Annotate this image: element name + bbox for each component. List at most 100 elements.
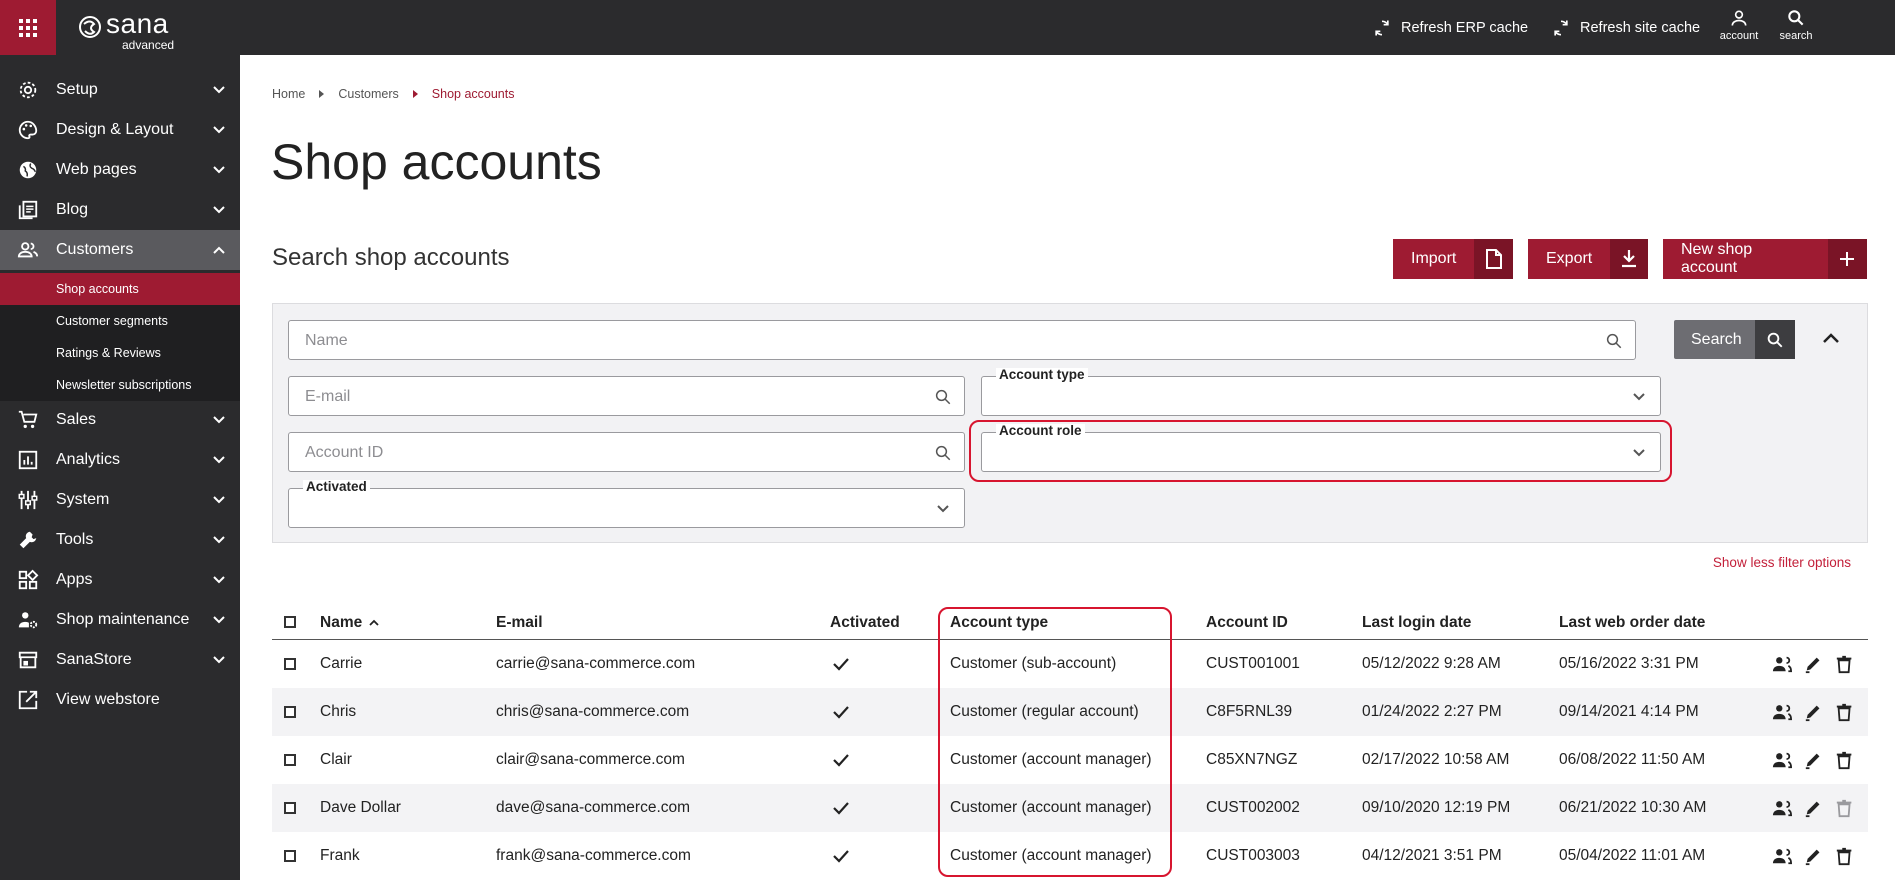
account-id-search-input[interactable]: Account ID <box>288 432 965 472</box>
sidebar-item-label: Apps <box>56 571 93 588</box>
export-button[interactable]: Export <box>1528 239 1648 279</box>
edit-pencil-icon[interactable] <box>1804 798 1824 818</box>
import-button[interactable]: Import <box>1393 239 1513 279</box>
cell-name: Carrie <box>320 655 363 672</box>
breadcrumb-customers[interactable]: Customers <box>338 87 398 101</box>
impersonate-user-icon[interactable] <box>1772 750 1792 770</box>
edit-pencil-icon[interactable] <box>1804 846 1824 866</box>
external-link-icon <box>17 689 39 711</box>
sidebar-item-sanastore[interactable]: SanaStore <box>0 640 240 680</box>
email-search-input[interactable]: E-mail <box>288 376 965 416</box>
sidebar-subitem-newsletter-subscriptions[interactable]: Newsletter subscriptions <box>0 369 240 401</box>
global-search-button[interactable]: search <box>1771 8 1821 42</box>
impersonate-user-icon[interactable] <box>1772 702 1792 722</box>
row-checkbox[interactable] <box>284 754 296 766</box>
show-less-filter-options-link[interactable]: Show less filter options <box>1713 555 1851 570</box>
sidebar-item-label: Design & Layout <box>56 121 174 138</box>
sidebar-item-analytics[interactable]: Analytics <box>0 440 240 480</box>
select-all-checkbox[interactable] <box>284 616 296 628</box>
download-icon <box>1610 239 1648 279</box>
sidebar-item-label: Tools <box>56 531 94 548</box>
delete-trash-icon[interactable] <box>1835 798 1855 818</box>
sidebar-item-web-pages[interactable]: Web pages <box>0 150 240 190</box>
new-shop-account-button[interactable]: New shop account <box>1663 239 1867 279</box>
account-type-select[interactable]: Account type <box>981 368 1661 416</box>
row-checkbox[interactable] <box>284 658 296 670</box>
cell-last-login: 09/10/2020 12:19 PM <box>1362 799 1511 816</box>
impersonate-user-icon[interactable] <box>1772 846 1792 866</box>
chevron-down-icon <box>213 86 225 94</box>
refresh-site-label: Refresh site cache <box>1580 19 1701 36</box>
edit-pencil-icon[interactable] <box>1804 702 1824 722</box>
search-button-label: Search <box>1691 330 1742 348</box>
column-header-activated[interactable]: Activated <box>830 614 900 632</box>
store-icon <box>17 649 39 671</box>
chevron-down-icon <box>213 206 225 214</box>
delete-trash-icon[interactable] <box>1835 654 1855 674</box>
sidebar-item-label: Analytics <box>56 451 121 468</box>
delete-trash-icon[interactable] <box>1835 750 1855 770</box>
row-checkbox[interactable] <box>284 706 296 718</box>
cell-account-id: CUST002002 <box>1206 799 1300 816</box>
name-search-input[interactable]: Name <box>288 320 1636 360</box>
activated-select[interactable]: Activated <box>288 480 965 528</box>
breadcrumb-home[interactable]: Home <box>272 87 305 101</box>
sidebar-item-design-layout[interactable]: Design & Layout <box>0 110 240 150</box>
app-grid-button[interactable] <box>0 0 56 55</box>
sana-logo-icon <box>79 16 101 38</box>
account-type-column-highlight <box>938 607 1172 877</box>
column-header-last-login[interactable]: Last login date <box>1362 614 1471 632</box>
edit-pencil-icon[interactable] <box>1804 654 1824 674</box>
grid-icon <box>19 18 37 37</box>
sidebar-item-blog[interactable]: Blog <box>0 190 240 230</box>
refresh-erp-label: Refresh ERP cache <box>1401 19 1529 36</box>
row-checkbox[interactable] <box>284 802 296 814</box>
sidebar-subitem-customer-segments[interactable]: Customer segments <box>0 305 240 337</box>
chevron-down-icon <box>213 126 225 134</box>
import-label: Import <box>1411 250 1457 267</box>
sidebar-subitem-ratings-reviews[interactable]: Ratings & Reviews <box>0 337 240 369</box>
activated-check-icon <box>833 706 849 719</box>
sidebar-item-view-webstore[interactable]: View webstore <box>0 680 240 720</box>
collapse-filters-chevron-up-icon[interactable] <box>1819 330 1843 346</box>
column-header-email[interactable]: E-mail <box>496 614 543 632</box>
delete-trash-icon[interactable] <box>1835 846 1855 866</box>
activated-check-icon <box>833 802 849 815</box>
breadcrumb-current: Shop accounts <box>431 87 515 101</box>
column-header-last-web-order[interactable]: Last web order date <box>1559 614 1705 632</box>
cell-last-web-order: 06/21/2022 10:30 AM <box>1559 799 1707 816</box>
cell-name: Frank <box>320 847 360 864</box>
chevron-down-icon <box>213 496 225 504</box>
sidebar-item-label: Customers <box>56 241 134 258</box>
sidebar-item-setup[interactable]: Setup <box>0 70 240 110</box>
sidebar-item-system[interactable]: System <box>0 480 240 520</box>
cell-name: Clair <box>320 751 352 768</box>
account-button[interactable]: account <box>1714 8 1764 42</box>
sidebar-subitem-shop-accounts[interactable]: Shop accounts <box>0 273 240 305</box>
cell-email: carrie@sana-commerce.com <box>496 655 696 672</box>
delete-trash-icon[interactable] <box>1835 702 1855 722</box>
sidebar-item-tools[interactable]: Tools <box>0 520 240 560</box>
sidebar-item-sales[interactable]: Sales <box>0 400 240 440</box>
row-checkbox[interactable] <box>284 850 296 862</box>
impersonate-user-icon[interactable] <box>1772 798 1792 818</box>
sidebar-item-customers[interactable]: Customers <box>0 230 240 270</box>
customers-submenu: Shop accounts Customer segments Ratings … <box>0 273 240 401</box>
sliders-icon <box>17 489 39 511</box>
edit-pencil-icon[interactable] <box>1804 750 1824 770</box>
breadcrumb-separator-icon <box>412 90 418 98</box>
sidebar-item-shop-maintenance[interactable]: Shop maintenance <box>0 600 240 640</box>
chevron-down-icon <box>213 166 225 174</box>
user-gear-icon <box>17 609 39 631</box>
refresh-erp-cache-button[interactable]: Refresh ERP cache <box>1372 0 1528 55</box>
search-icon <box>935 389 951 405</box>
refresh-site-cache-button[interactable]: Refresh site cache <box>1551 0 1700 55</box>
impersonate-user-icon[interactable] <box>1772 654 1792 674</box>
column-header-account-id[interactable]: Account ID <box>1206 614 1288 632</box>
section-title: Search shop accounts <box>272 244 510 271</box>
search-button[interactable]: Search <box>1674 320 1795 359</box>
column-header-name[interactable]: Name <box>320 614 362 632</box>
top-bar: sana advanced Refresh ERP cache Refresh … <box>0 0 1895 55</box>
sidebar-item-apps[interactable]: Apps <box>0 560 240 600</box>
cell-email: chris@sana-commerce.com <box>496 703 690 720</box>
